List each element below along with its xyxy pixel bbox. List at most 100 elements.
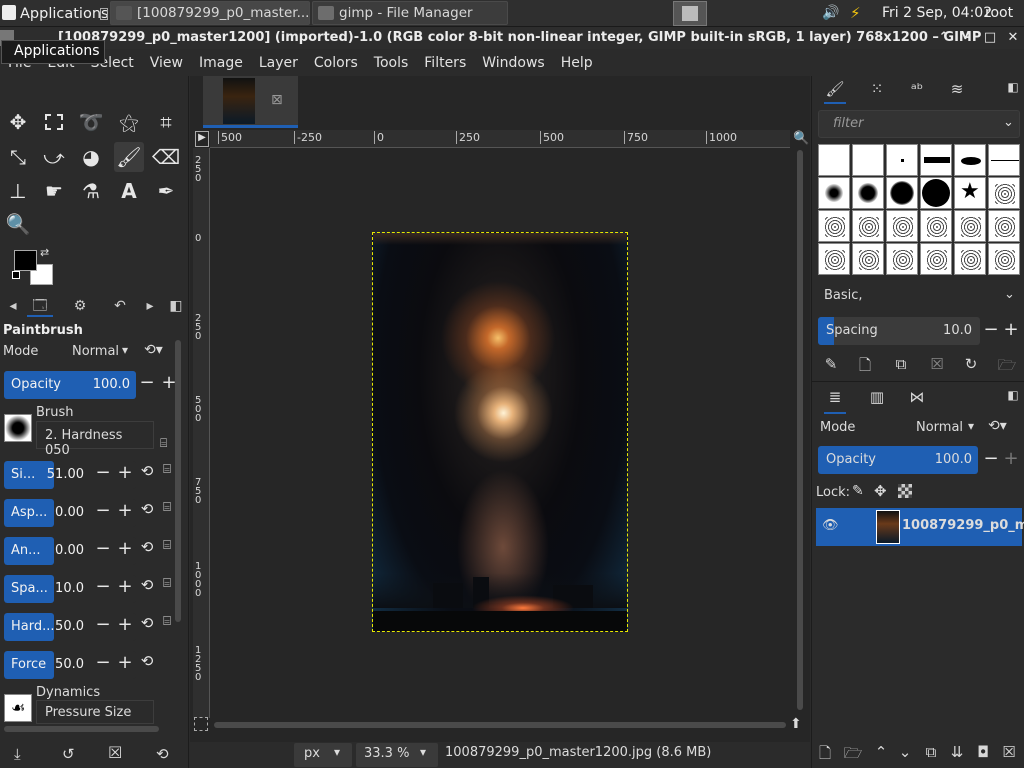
dynamics-icon[interactable]: ☙ (4, 694, 32, 722)
paths-tab-icon[interactable]: ⋈ (906, 388, 928, 406)
image-tab[interactable]: ⊠ (203, 76, 298, 128)
menu-windows[interactable]: Windows (474, 55, 553, 71)
power-icon[interactable]: ⚡ (850, 4, 861, 22)
minus-icon[interactable]: − (94, 614, 112, 635)
layer-opacity-slider[interactable]: Opacity 100.0 (818, 446, 978, 474)
fuzzy-select-tool-icon[interactable]: ⚝ (114, 107, 144, 137)
taskbar-item-file-manager[interactable]: gimp - File Manager (312, 1, 508, 25)
text-tool-icon[interactable]: A (114, 176, 144, 206)
zoom-select[interactable]: 33.3 % ▾ (356, 743, 438, 767)
menu-view[interactable]: View (142, 55, 191, 71)
brushes-tab-icon[interactable]: 🖌 (824, 80, 846, 104)
chevron-right-icon[interactable]: ▸ (137, 295, 163, 317)
brush-swatch[interactable] (886, 210, 918, 242)
vertical-ruler[interactable]: 250 0 250 500 750 1000 1250 (193, 148, 210, 718)
brush-swatch[interactable] (852, 210, 884, 242)
raise-layer-icon[interactable]: ⌃ (870, 743, 892, 761)
menu-tools[interactable]: Tools (366, 55, 417, 71)
taskbar-item-gimp[interactable]: [100879299_p0_master... (110, 1, 310, 25)
brush-swatch[interactable] (920, 177, 952, 209)
foreground-color-swatch[interactable] (14, 250, 37, 271)
brush-edit-icon[interactable]: ⌸ (160, 436, 167, 451)
menu-layer[interactable]: Layer (251, 55, 306, 71)
swap-colors-icon[interactable]: ⇄ (40, 246, 49, 259)
delete-options-icon[interactable]: ☒ (108, 743, 122, 762)
chain-icon[interactable]: ⌸ (158, 462, 176, 477)
horizontal-ruler[interactable]: 500 -250 0 250 500 750 1000 (210, 130, 790, 148)
minus-icon[interactable]: − (982, 448, 1000, 469)
quick-mask-toggle-icon[interactable]: ▶ (195, 131, 209, 147)
reset-colors-icon[interactable] (12, 271, 20, 279)
brush-preset-select[interactable]: Basic, ⌄ (818, 281, 1020, 311)
chevron-up-icon[interactable]: ⌃ (935, 29, 953, 47)
chain-icon[interactable]: ⌸ (158, 538, 176, 553)
brush-swatch[interactable] (818, 243, 850, 275)
refresh-brushes-icon[interactable]: ↻ (960, 355, 982, 373)
dock-menu-icon[interactable]: ◧ (1002, 80, 1024, 94)
unit-select[interactable]: px ▾ (294, 743, 352, 767)
menu-help[interactable]: Help (553, 55, 601, 71)
brush-name-field[interactable]: 2. Hardness 050 (36, 421, 154, 458)
new-layer-icon[interactable]: 🗋 (814, 743, 836, 768)
smudge-tool-icon[interactable]: ☛ (39, 176, 69, 206)
user-name[interactable]: root (985, 5, 1013, 21)
clone-tool-icon[interactable]: ⊥ (3, 176, 33, 206)
zoom-navigate-icon[interactable]: 🔍 (793, 131, 809, 146)
eraser-tool-icon[interactable]: ⌫ (151, 142, 181, 172)
gradients-tab-icon[interactable]: ≋ (946, 80, 968, 98)
brush-swatch[interactable] (852, 177, 884, 209)
add-mask-icon[interactable]: ◘ (972, 743, 994, 761)
plus-icon[interactable]: + (116, 538, 134, 559)
restore-options-icon[interactable]: ↺ (62, 745, 75, 763)
minimize-icon[interactable]: – (958, 29, 976, 47)
mode-select[interactable]: Normal ▾ (66, 340, 138, 364)
menu-filters[interactable]: Filters (416, 55, 474, 71)
brush-swatch[interactable] (954, 243, 986, 275)
plus-icon[interactable]: + (1002, 319, 1020, 340)
canvas-vscrollbar[interactable] (797, 150, 803, 710)
lower-layer-icon[interactable]: ⌄ (894, 743, 916, 761)
canvas-hscrollbar[interactable] (214, 722, 786, 728)
chain-icon[interactable]: ⌸ (158, 576, 176, 591)
minus-icon[interactable]: − (94, 462, 112, 483)
brush-swatch[interactable] (886, 144, 918, 176)
unified-transform-tool-icon[interactable]: ⤡ (3, 142, 33, 172)
brush-swatch[interactable] (886, 177, 918, 209)
brush-swatch[interactable] (818, 177, 850, 209)
window-title-bar[interactable]: [100879299_p0_master1200] (imported)-1.0… (0, 27, 1024, 49)
brush-swatch[interactable] (818, 144, 850, 176)
reset-icon[interactable]: ⟲ (138, 500, 156, 518)
minus-icon[interactable]: − (982, 319, 1000, 340)
reset-icon[interactable]: ⟲ (138, 462, 156, 480)
delete-layer-icon[interactable]: ☒ (998, 743, 1020, 761)
plus-icon[interactable]: + (116, 576, 134, 597)
bucket-fill-tool-icon[interactable]: ◕ (76, 142, 106, 172)
minus-icon[interactable]: − (94, 538, 112, 559)
edit-brush-icon[interactable]: ✎ (820, 355, 842, 373)
brush-swatch[interactable] (920, 144, 952, 176)
opacity-slider[interactable]: Opacity 100.0 (4, 371, 136, 399)
applications-menu-button[interactable]: Applications (0, 0, 109, 27)
tool-options-tab-icon[interactable]: 🗔 (27, 295, 53, 317)
undo-history-tab-icon[interactable]: ↶ (107, 295, 133, 317)
close-tab-icon[interactable]: ⊠ (271, 92, 283, 108)
channels-tab-icon[interactable]: ▥ (866, 388, 888, 406)
lock-alpha-icon[interactable] (898, 484, 912, 498)
fonts-tab-icon[interactable]: ᵃᵇ (906, 80, 928, 98)
dock-menu-icon[interactable]: ◧ (1002, 388, 1024, 402)
workspace-switcher[interactable] (673, 1, 707, 26)
move-tool-icon[interactable]: ✥ (3, 107, 33, 137)
volume-icon[interactable]: 🔊 (822, 5, 839, 21)
plus-icon[interactable]: + (116, 462, 134, 483)
minus-icon[interactable]: − (94, 576, 112, 597)
crop-tool-icon[interactable]: ⌗ (151, 107, 181, 137)
new-layer-group-icon[interactable]: 🗁 (842, 743, 864, 768)
duplicate-brush-icon[interactable]: ⧉ (890, 355, 912, 373)
brush-swatch[interactable] (988, 243, 1020, 275)
new-brush-icon[interactable]: 🗋 (854, 355, 876, 380)
chain-icon[interactable]: ⌸ (158, 500, 176, 515)
maximize-icon[interactable]: □ (981, 29, 999, 47)
brush-swatch[interactable] (954, 210, 986, 242)
brush-grid[interactable]: ★ (818, 144, 1022, 276)
lock-pixels-icon[interactable]: ✎ (852, 483, 864, 499)
